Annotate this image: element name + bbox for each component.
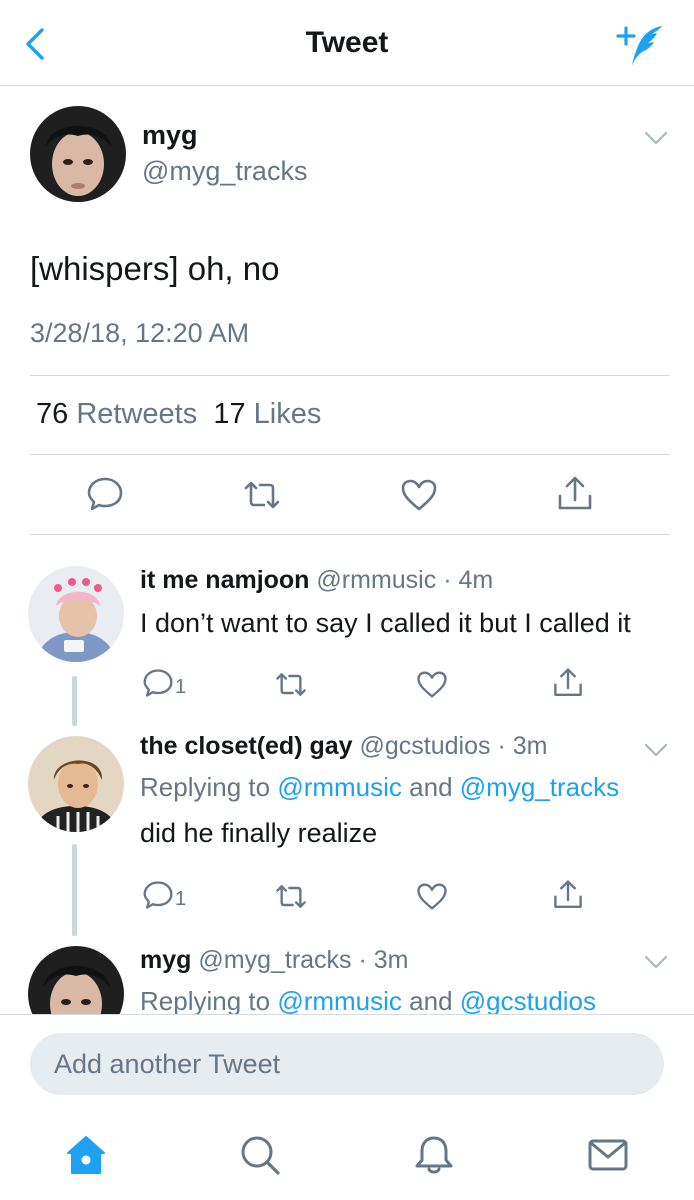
chevron-down-icon[interactable] xyxy=(644,130,668,146)
replying-prefix: Replying to xyxy=(140,986,271,1016)
reply-text: I don’t want to say I called it but I ca… xyxy=(140,608,631,638)
replying-conjunction: and xyxy=(409,986,453,1016)
mention-link[interactable]: @myg_tracks xyxy=(460,772,619,802)
page-title: Tweet xyxy=(305,26,389,59)
replying-to: Replying to @rmmusic and @myg_tracks xyxy=(140,772,619,803)
share-icon[interactable] xyxy=(556,474,594,514)
avatar[interactable] xyxy=(28,566,124,662)
notifications-icon[interactable] xyxy=(412,1133,456,1177)
reply-icon[interactable] xyxy=(142,668,174,698)
retweet-icon[interactable] xyxy=(242,478,282,512)
avatar[interactable] xyxy=(28,736,124,832)
compose-tweet-icon[interactable] xyxy=(612,22,668,70)
retweet-icon[interactable] xyxy=(274,670,308,699)
tweet-text: [whispers] oh, no xyxy=(30,250,280,287)
reply-time: · 4m xyxy=(443,566,494,594)
share-icon[interactable] xyxy=(552,878,584,912)
chevron-down-icon[interactable] xyxy=(644,954,668,970)
avatar[interactable] xyxy=(30,106,126,202)
engagement-stats: 76 Retweets 17 Likes xyxy=(36,398,321,431)
replying-to: Replying to @rmmusic and @gcstudios xyxy=(140,986,596,1017)
like-icon[interactable] xyxy=(416,882,448,911)
likes-label: Likes xyxy=(253,398,322,430)
reply-time: · 3m xyxy=(497,732,548,760)
likes-stat[interactable]: 17 Likes xyxy=(213,398,321,430)
mention-link[interactable]: @rmmusic xyxy=(277,986,402,1016)
reply-time: · 3m xyxy=(358,946,409,974)
author-handle[interactable]: @myg_tracks xyxy=(142,156,307,187)
author-name[interactable]: myg xyxy=(140,946,191,974)
add-tweet-input[interactable]: Add another Tweet xyxy=(30,1033,664,1095)
home-icon[interactable] xyxy=(64,1133,108,1177)
like-icon[interactable] xyxy=(400,478,438,512)
author-name[interactable]: the closet(ed) gay xyxy=(140,732,353,760)
reply-icon[interactable] xyxy=(86,476,124,512)
thread-line xyxy=(72,676,77,726)
author-handle[interactable]: @gcstudios xyxy=(360,732,491,760)
author-name[interactable]: myg xyxy=(142,120,198,151)
author-handle[interactable]: @myg_tracks xyxy=(198,946,351,974)
retweets-count: 76 xyxy=(36,398,69,430)
chevron-down-icon[interactable] xyxy=(644,742,668,758)
top-navigation-bar: Tweet xyxy=(0,0,694,86)
retweets-label: Retweets xyxy=(76,398,198,430)
like-icon[interactable] xyxy=(416,670,448,699)
messages-icon[interactable] xyxy=(586,1133,630,1177)
reply-text: did he finally realize xyxy=(140,818,378,848)
retweet-icon[interactable] xyxy=(274,882,308,911)
reply-count: 1 xyxy=(175,888,187,910)
likes-count: 17 xyxy=(213,398,246,430)
replying-conjunction: and xyxy=(409,772,453,802)
divider xyxy=(30,454,670,455)
reply-header: it me namjoon @rmmusic · 4m xyxy=(140,566,493,595)
mention-link[interactable]: @rmmusic xyxy=(277,772,402,802)
search-icon[interactable] xyxy=(238,1133,282,1177)
tweet-timestamp: 3/28/18, 12:20 AM xyxy=(30,318,250,348)
share-icon[interactable] xyxy=(552,666,584,700)
retweets-stat[interactable]: 76 Retweets xyxy=(36,398,197,430)
reply-header: the closet(ed) gay @gcstudios · 3m xyxy=(140,732,547,761)
bottom-bar: Add another Tweet xyxy=(0,1014,694,1200)
mention-link[interactable]: @gcstudios xyxy=(460,986,596,1016)
reply-header: myg @myg_tracks · 3m xyxy=(140,946,409,975)
reply-count: 1 xyxy=(175,676,187,698)
replying-prefix: Replying to xyxy=(140,772,271,802)
author-name[interactable]: it me namjoon xyxy=(140,566,309,594)
divider xyxy=(30,534,670,535)
reply-icon[interactable] xyxy=(142,880,174,910)
divider xyxy=(30,375,670,376)
thread-line xyxy=(72,844,77,936)
author-handle[interactable]: @rmmusic xyxy=(316,566,436,594)
